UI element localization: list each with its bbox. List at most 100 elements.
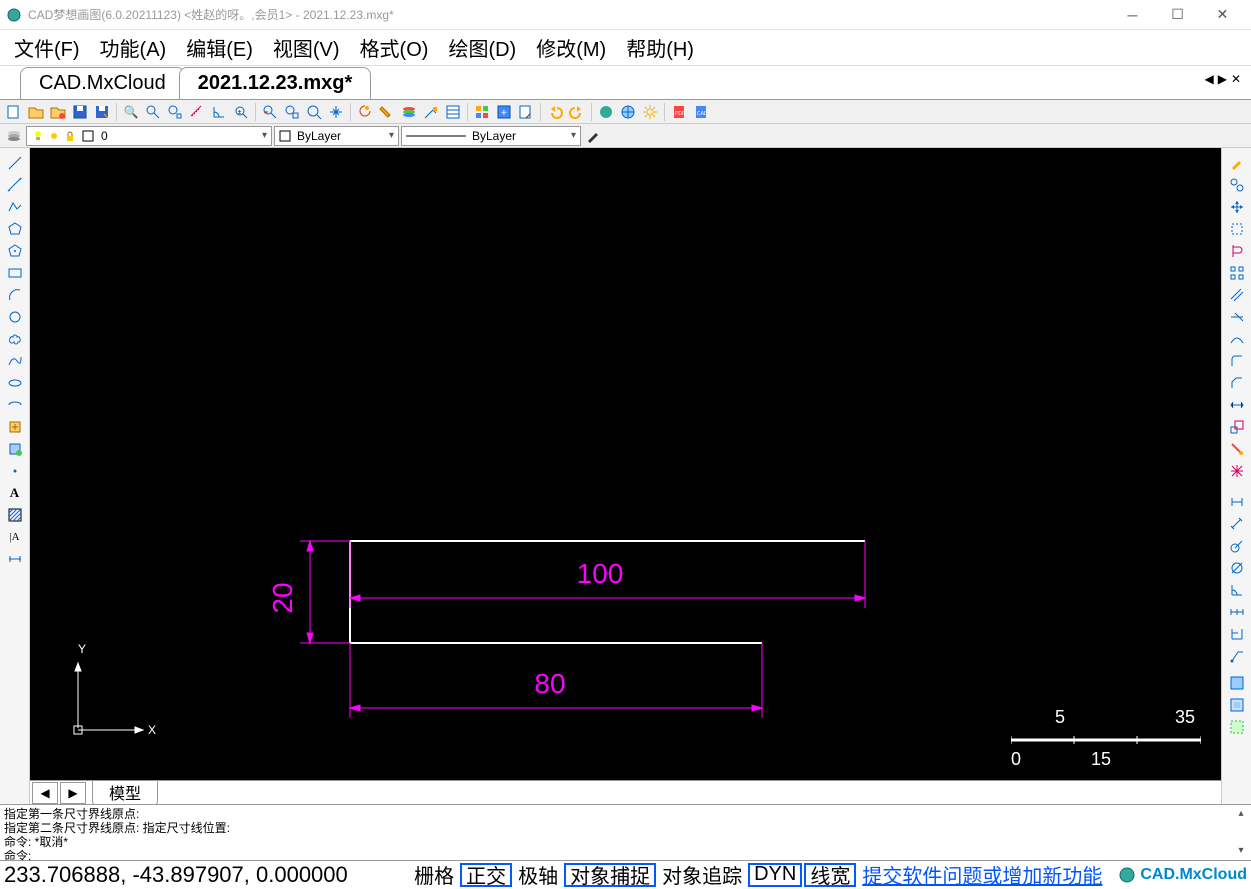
spline-icon[interactable] bbox=[4, 350, 26, 371]
fillet-icon[interactable] bbox=[1226, 350, 1248, 371]
insert-icon[interactable]: + bbox=[494, 102, 514, 122]
osnap-toggle[interactable]: 对象捕捉 bbox=[564, 863, 656, 887]
point-icon[interactable] bbox=[4, 460, 26, 481]
menu-help[interactable]: 帮助(H) bbox=[618, 29, 702, 66]
mirror-icon[interactable] bbox=[1226, 240, 1248, 261]
paint2-icon[interactable] bbox=[1226, 438, 1248, 459]
tab-next-icon[interactable]: ▶ bbox=[1218, 72, 1227, 86]
dim-diameter-icon[interactable] bbox=[1226, 557, 1248, 578]
explode-icon[interactable] bbox=[1226, 460, 1248, 481]
select-all-icon[interactable] bbox=[1226, 672, 1248, 693]
array-icon[interactable] bbox=[1226, 262, 1248, 283]
pdf-icon[interactable]: PDF bbox=[669, 102, 689, 122]
command-area[interactable]: 指定第一条尺寸界线原点: 指定第二条尺寸界线原点: 指定尺寸线位置: 命令: *… bbox=[0, 804, 1251, 860]
menu-draw[interactable]: 绘图(D) bbox=[440, 29, 524, 66]
block-icon[interactable] bbox=[472, 102, 492, 122]
polar-toggle[interactable]: 极轴 bbox=[514, 863, 562, 887]
menu-edit[interactable]: 编辑(E) bbox=[178, 29, 261, 66]
rectangle-icon[interactable] bbox=[4, 262, 26, 283]
text-icon[interactable]: A bbox=[4, 482, 26, 503]
color-icon[interactable] bbox=[355, 102, 375, 122]
undo-icon[interactable] bbox=[545, 102, 565, 122]
grid-toggle[interactable]: 栅格 bbox=[410, 863, 458, 887]
zoom-extents-icon[interactable] bbox=[165, 102, 185, 122]
otrack-toggle[interactable]: 对象追踪 bbox=[658, 863, 746, 887]
insert-block-icon[interactable] bbox=[4, 416, 26, 437]
settings-icon[interactable] bbox=[640, 102, 660, 122]
copy-icon[interactable] bbox=[1226, 174, 1248, 195]
dyn-toggle[interactable]: DYN bbox=[748, 863, 802, 887]
pan-icon[interactable] bbox=[326, 102, 346, 122]
paint-icon[interactable] bbox=[377, 102, 397, 122]
color-select[interactable]: ByLayer ▾ bbox=[274, 126, 399, 146]
zoom-all-icon[interactable] bbox=[282, 102, 302, 122]
zoom-previous-icon[interactable] bbox=[260, 102, 280, 122]
doc-tab-cloud[interactable]: CAD.MxCloud bbox=[20, 67, 185, 99]
dim-continue-icon[interactable] bbox=[1226, 601, 1248, 622]
tab-close-icon[interactable]: ✕ bbox=[1231, 72, 1241, 86]
dim-linear-icon[interactable] bbox=[1226, 491, 1248, 512]
extend-icon[interactable] bbox=[1226, 328, 1248, 349]
lineweight-toggle[interactable]: 线宽 bbox=[804, 863, 856, 887]
model-next-button[interactable]: ▶ bbox=[60, 782, 86, 804]
cmd-scrollbar[interactable]: ▴▾ bbox=[1233, 807, 1249, 858]
measure-icon[interactable] bbox=[187, 102, 207, 122]
ellipse-icon[interactable] bbox=[4, 372, 26, 393]
trim-icon[interactable] bbox=[1226, 306, 1248, 327]
arc-icon[interactable] bbox=[4, 284, 26, 305]
dim-aligned-icon[interactable] bbox=[1226, 513, 1248, 534]
app-icon2[interactable] bbox=[596, 102, 616, 122]
menu-view[interactable]: 视图(V) bbox=[265, 29, 348, 66]
ellipse-arc-icon[interactable] bbox=[4, 394, 26, 415]
menu-modify[interactable]: 修改(M) bbox=[528, 29, 614, 66]
properties-icon[interactable] bbox=[443, 102, 463, 122]
offset-icon[interactable] bbox=[1226, 284, 1248, 305]
redo-icon[interactable] bbox=[567, 102, 587, 122]
menu-format[interactable]: 格式(O) bbox=[352, 29, 437, 66]
minimize-button[interactable]: ─ bbox=[1110, 1, 1155, 29]
model-prev-button[interactable]: ◀ bbox=[32, 782, 58, 804]
dim-radius-icon[interactable] bbox=[1226, 535, 1248, 556]
menu-file[interactable]: 文件(F) bbox=[6, 29, 88, 66]
model-tab[interactable]: 模型 bbox=[92, 778, 158, 804]
scale-icon[interactable] bbox=[1226, 416, 1248, 437]
maximize-button[interactable]: ☐ bbox=[1155, 1, 1200, 29]
export-icon[interactable] bbox=[516, 102, 536, 122]
polygon-icon[interactable] bbox=[4, 218, 26, 239]
feedback-link[interactable]: 提交软件问题或增加新功能 bbox=[858, 863, 1106, 887]
xline-icon[interactable] bbox=[4, 174, 26, 195]
linetype-select[interactable]: ByLayer ▾ bbox=[401, 126, 581, 146]
tab-prev-icon[interactable]: ◀ bbox=[1204, 72, 1213, 86]
menu-function[interactable]: 功能(A) bbox=[92, 29, 175, 66]
new-icon[interactable] bbox=[4, 102, 24, 122]
dim-angular-icon[interactable] bbox=[1226, 579, 1248, 600]
polyline-icon[interactable] bbox=[4, 196, 26, 217]
drawing-canvas[interactable]: 100 80 20 bbox=[30, 148, 1221, 780]
zoom-object-icon[interactable] bbox=[304, 102, 324, 122]
chamfer-icon[interactable] bbox=[1226, 372, 1248, 393]
layers-icon[interactable] bbox=[399, 102, 419, 122]
make-block-icon[interactable] bbox=[4, 438, 26, 459]
brush2-icon[interactable] bbox=[1226, 152, 1248, 173]
mtext-icon[interactable]: |A bbox=[4, 526, 26, 547]
polygon2-icon[interactable] bbox=[4, 240, 26, 261]
hatch-icon[interactable] bbox=[4, 504, 26, 525]
line-icon[interactable] bbox=[4, 152, 26, 173]
open2-icon[interactable] bbox=[48, 102, 68, 122]
web-icon[interactable] bbox=[618, 102, 638, 122]
cad-icon[interactable]: CAD bbox=[691, 102, 711, 122]
select-window-icon[interactable] bbox=[1226, 694, 1248, 715]
rotate-icon[interactable] bbox=[1226, 218, 1248, 239]
doc-tab-current[interactable]: 2021.12.23.mxg* bbox=[179, 67, 372, 99]
layer-select[interactable]: 0 ▾ bbox=[26, 126, 272, 146]
zoom-window-icon[interactable]: 🔍 bbox=[121, 102, 141, 122]
select-cross-icon[interactable] bbox=[1226, 716, 1248, 737]
match-icon[interactable] bbox=[421, 102, 441, 122]
save-icon[interactable] bbox=[70, 102, 90, 122]
stretch-icon[interactable] bbox=[1226, 394, 1248, 415]
close-button[interactable]: ✕ bbox=[1200, 1, 1245, 29]
layer-manager-icon[interactable] bbox=[4, 126, 24, 146]
revcloud-icon[interactable] bbox=[4, 328, 26, 349]
circle-icon[interactable] bbox=[4, 306, 26, 327]
zoom-icon[interactable] bbox=[143, 102, 163, 122]
